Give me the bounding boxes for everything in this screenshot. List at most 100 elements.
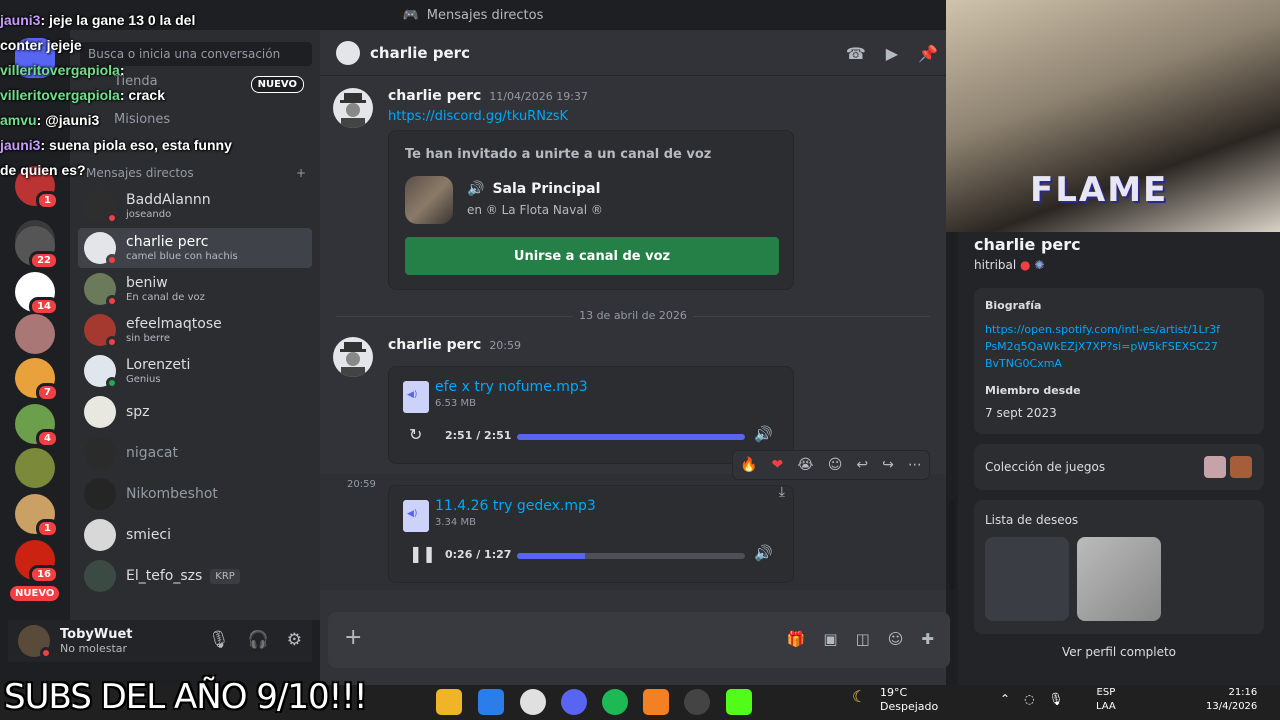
dm-item[interactable]: nigacat	[78, 433, 312, 473]
replay-icon[interactable]: ↻	[409, 425, 422, 444]
call-icon[interactable]: ☎	[846, 44, 866, 63]
audio-filename[interactable]: efe x try nofume.mp3	[435, 379, 588, 395]
server-icon[interactable]	[15, 314, 55, 354]
add-attachment-icon[interactable]: +	[344, 627, 362, 649]
more-icon[interactable]: ⋯	[908, 457, 922, 473]
message-avatar[interactable]	[333, 337, 373, 377]
discord-taskbar-icon[interactable]	[561, 689, 587, 715]
store-icon[interactable]	[478, 689, 504, 715]
gif-icon[interactable]: ▣	[823, 630, 837, 648]
forward-icon[interactable]: ↪	[882, 457, 894, 473]
pin-icon[interactable]: 📌	[918, 44, 938, 63]
lang-primary: ESP	[1096, 687, 1116, 698]
dm-item[interactable]: Nikombeshot	[78, 474, 312, 514]
wishlist-item[interactable]	[985, 537, 1069, 621]
weather-widget[interactable]: 19°C Despejado ☾	[850, 686, 938, 714]
audio-attachment: efe x try nofume.mp3 6.53 MB ↻ 2:51 / 2:…	[388, 366, 794, 464]
server-icon[interactable]: 7	[15, 358, 59, 402]
stream-chat-line: villeritovergapiola: crack	[0, 87, 165, 103]
gift-icon[interactable]: 🎁	[787, 630, 806, 648]
kick-icon[interactable]	[726, 689, 752, 715]
view-full-profile-link[interactable]: Ver perfil completo	[974, 645, 1264, 659]
mic-tray-icon[interactable]: 🎙	[1049, 692, 1064, 706]
server-icon[interactable]	[15, 448, 55, 488]
chat-scrollbar[interactable]	[949, 500, 955, 590]
bio-link[interactable]: https://open.spotify.com/intl-es/artist/…	[985, 321, 1225, 372]
dm-name: spz	[126, 404, 150, 420]
fire-reaction-icon[interactable]: 🔥	[740, 457, 757, 473]
window-title: Mensajes directos	[426, 7, 544, 23]
join-voice-button[interactable]: Unirse a canal de voz	[405, 237, 779, 275]
cloud-icon[interactable]	[643, 689, 669, 715]
guild-name: en ® La Flota Naval ®	[467, 203, 603, 217]
network-icon[interactable]: ◌	[1024, 692, 1034, 706]
chrome-icon[interactable]	[520, 689, 546, 715]
date-divider-label: 13 de abril de 2026	[573, 309, 693, 322]
download-icon[interactable]: ⤓	[779, 484, 785, 500]
video-icon[interactable]: ▶	[886, 44, 898, 63]
message-author[interactable]: charlie perc 20:59	[388, 337, 521, 353]
voice-channel-name: 🔊 Sala Principal	[467, 181, 600, 197]
dm-item[interactable]: El_tefo_szs KRP	[78, 556, 312, 596]
wishlist-item[interactable]	[1077, 537, 1161, 621]
crying-reaction-icon[interactable]: 😭	[797, 457, 813, 473]
gear-icon[interactable]: ⚙	[287, 630, 302, 650]
author-name[interactable]: charlie perc	[388, 337, 481, 353]
sticker-icon[interactable]: ◫	[856, 630, 870, 648]
dm-name: charlie perc	[126, 233, 209, 250]
server-icon[interactable]: 1	[15, 494, 59, 538]
server-icon[interactable]: 16	[15, 540, 59, 584]
stream-chat-user: jauni3	[0, 137, 41, 153]
chevron-up-icon[interactable]: ⌃	[1000, 692, 1010, 706]
system-clock[interactable]: 21:16 13/4/2026	[1206, 686, 1257, 714]
dm-item[interactable]: Lorenzeti Genius	[78, 351, 312, 391]
message-avatar[interactable]	[333, 88, 373, 128]
user-avatar[interactable]	[18, 625, 52, 659]
stream-chat-overlay: jauni3: jeje la gane 13 0 la del conter …	[0, 8, 232, 183]
game-icon[interactable]	[1230, 456, 1252, 478]
add-dm-icon[interactable]: +	[296, 166, 306, 180]
heart-reaction-icon[interactable]: ❤	[772, 457, 784, 473]
stream-chat-user: amvu	[0, 112, 37, 128]
stream-chat-line: villeritovergapiola:	[0, 62, 125, 78]
obs-icon[interactable]	[684, 689, 710, 715]
microphone-icon[interactable]: 🎙	[208, 630, 230, 650]
apps-icon[interactable]: ✚	[921, 630, 934, 648]
headphones-icon[interactable]: 🎧	[248, 630, 269, 650]
message-composer[interactable]: + 🎁 ▣ ◫ ☺ ✚	[328, 612, 950, 668]
message-author[interactable]: charlie perc 11/04/2026 19:37	[388, 88, 588, 104]
stream-chat-text: crack	[128, 87, 165, 103]
audio-seek-bar[interactable]	[517, 553, 745, 559]
spotify-icon[interactable]	[602, 689, 628, 715]
dm-item[interactable]: BaddAlannn joseando	[78, 186, 312, 226]
handle-text: hitribal	[974, 258, 1017, 272]
unread-badge: 1	[36, 191, 59, 210]
reply-icon[interactable]: ↩	[856, 457, 868, 473]
avatar	[84, 437, 116, 469]
author-name[interactable]: charlie perc	[388, 88, 481, 104]
dm-item[interactable]: spz	[78, 392, 312, 432]
wishlist-label: Lista de deseos	[985, 513, 1079, 527]
server-icon[interactable]: 14	[15, 272, 59, 316]
dm-item-selected[interactable]: charlie perc camel blue con hachis	[78, 228, 312, 268]
language-indicator[interactable]: ESP LAA	[1096, 686, 1116, 714]
audio-seek-bar[interactable]	[517, 434, 745, 440]
dm-name: efeelmaqtose	[126, 315, 222, 332]
file-explorer-icon[interactable]	[436, 689, 462, 715]
dm-item[interactable]: beniw En canal de voz	[78, 269, 312, 309]
volume-icon[interactable]: 🔊	[754, 544, 773, 562]
unread-badge: 4	[36, 429, 59, 448]
invite-link[interactable]: https://discord.gg/tkuRNzsK	[388, 109, 568, 124]
emoji-icon[interactable]: ☺	[888, 630, 904, 648]
dm-name: Lorenzeti	[126, 356, 191, 373]
avatar-art	[340, 342, 366, 377]
add-reaction-icon[interactable]: ☺	[828, 457, 843, 473]
server-icon[interactable]: 4	[15, 404, 59, 448]
pause-icon[interactable]: ❚❚	[409, 544, 436, 563]
volume-icon[interactable]: 🔊	[754, 425, 773, 443]
dm-item[interactable]: efeelmaqtose sin berre	[78, 310, 312, 350]
audio-filename[interactable]: 11.4.26 try gedex.mp3	[435, 498, 596, 514]
server-icon[interactable]: 22	[15, 226, 59, 270]
game-icon[interactable]	[1204, 456, 1226, 478]
dm-item[interactable]: smieci	[78, 515, 312, 555]
